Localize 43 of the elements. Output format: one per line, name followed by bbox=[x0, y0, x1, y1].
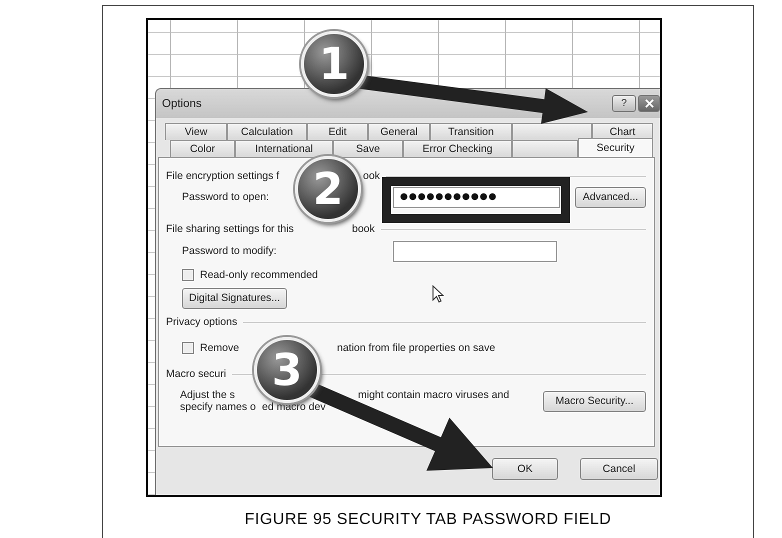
tab[interactable]: Save bbox=[333, 140, 403, 157]
description-text: ed macro dev bbox=[262, 401, 326, 413]
section-heading: Privacy options bbox=[166, 316, 238, 328]
checkbox-label: nation from file properties on save bbox=[337, 342, 496, 354]
description-text: might contain macro viruses and bbox=[358, 389, 510, 401]
macro-security-button[interactable]: Macro Security... bbox=[543, 390, 646, 412]
digital-signatures-button[interactable]: Digital Signatures... bbox=[182, 288, 288, 308]
checkbox[interactable] bbox=[182, 342, 194, 354]
checkbox[interactable] bbox=[182, 269, 194, 281]
field-label: Password to modify: bbox=[182, 245, 278, 257]
section-heading: ook bbox=[363, 170, 380, 182]
section-heading: Macro securi bbox=[166, 368, 226, 380]
tab[interactable]: International bbox=[235, 140, 333, 157]
description-text: specify names o bbox=[180, 401, 256, 413]
tab[interactable]: Transition bbox=[430, 123, 512, 140]
close-button[interactable] bbox=[638, 95, 660, 112]
section-heading: File sharing settings for this bbox=[166, 223, 294, 235]
tab[interactable]: General bbox=[368, 123, 430, 140]
tab[interactable]: View bbox=[165, 123, 227, 140]
tab[interactable]: Error Checking bbox=[403, 140, 512, 157]
field-label: Password to open: bbox=[182, 191, 270, 203]
close-icon bbox=[644, 99, 654, 108]
tab[interactable]: Edit bbox=[307, 123, 368, 140]
tab[interactable] bbox=[512, 123, 592, 140]
ok-button[interactable]: OK bbox=[492, 458, 558, 480]
tab[interactable]: Color bbox=[170, 140, 235, 157]
description-text: Adjust the s bbox=[180, 389, 235, 401]
checkbox-label: Read-only recommended bbox=[200, 269, 318, 281]
section-heading: book bbox=[352, 223, 375, 235]
help-button[interactable]: ? bbox=[612, 95, 636, 112]
tab[interactable]: Security bbox=[578, 138, 653, 157]
tab[interactable] bbox=[512, 140, 578, 157]
figure-caption: FIGURE 95 SECURITY TAB PASSWORD FIELD bbox=[244, 511, 612, 529]
section-heading: File encryption settings f bbox=[166, 170, 280, 182]
advanced-button[interactable]: Advanced... bbox=[575, 186, 646, 208]
mouse-cursor-icon bbox=[432, 285, 444, 303]
cancel-button[interactable]: Cancel bbox=[580, 458, 658, 480]
window-title: Options bbox=[162, 98, 203, 110]
step-badge: 1 bbox=[301, 31, 367, 97]
password-field[interactable] bbox=[393, 240, 557, 262]
checkbox-label: Remove bbox=[200, 342, 240, 354]
password-field[interactable]: ●●●●●●●●●●● bbox=[393, 186, 560, 208]
tab[interactable]: Calculation bbox=[227, 123, 307, 140]
